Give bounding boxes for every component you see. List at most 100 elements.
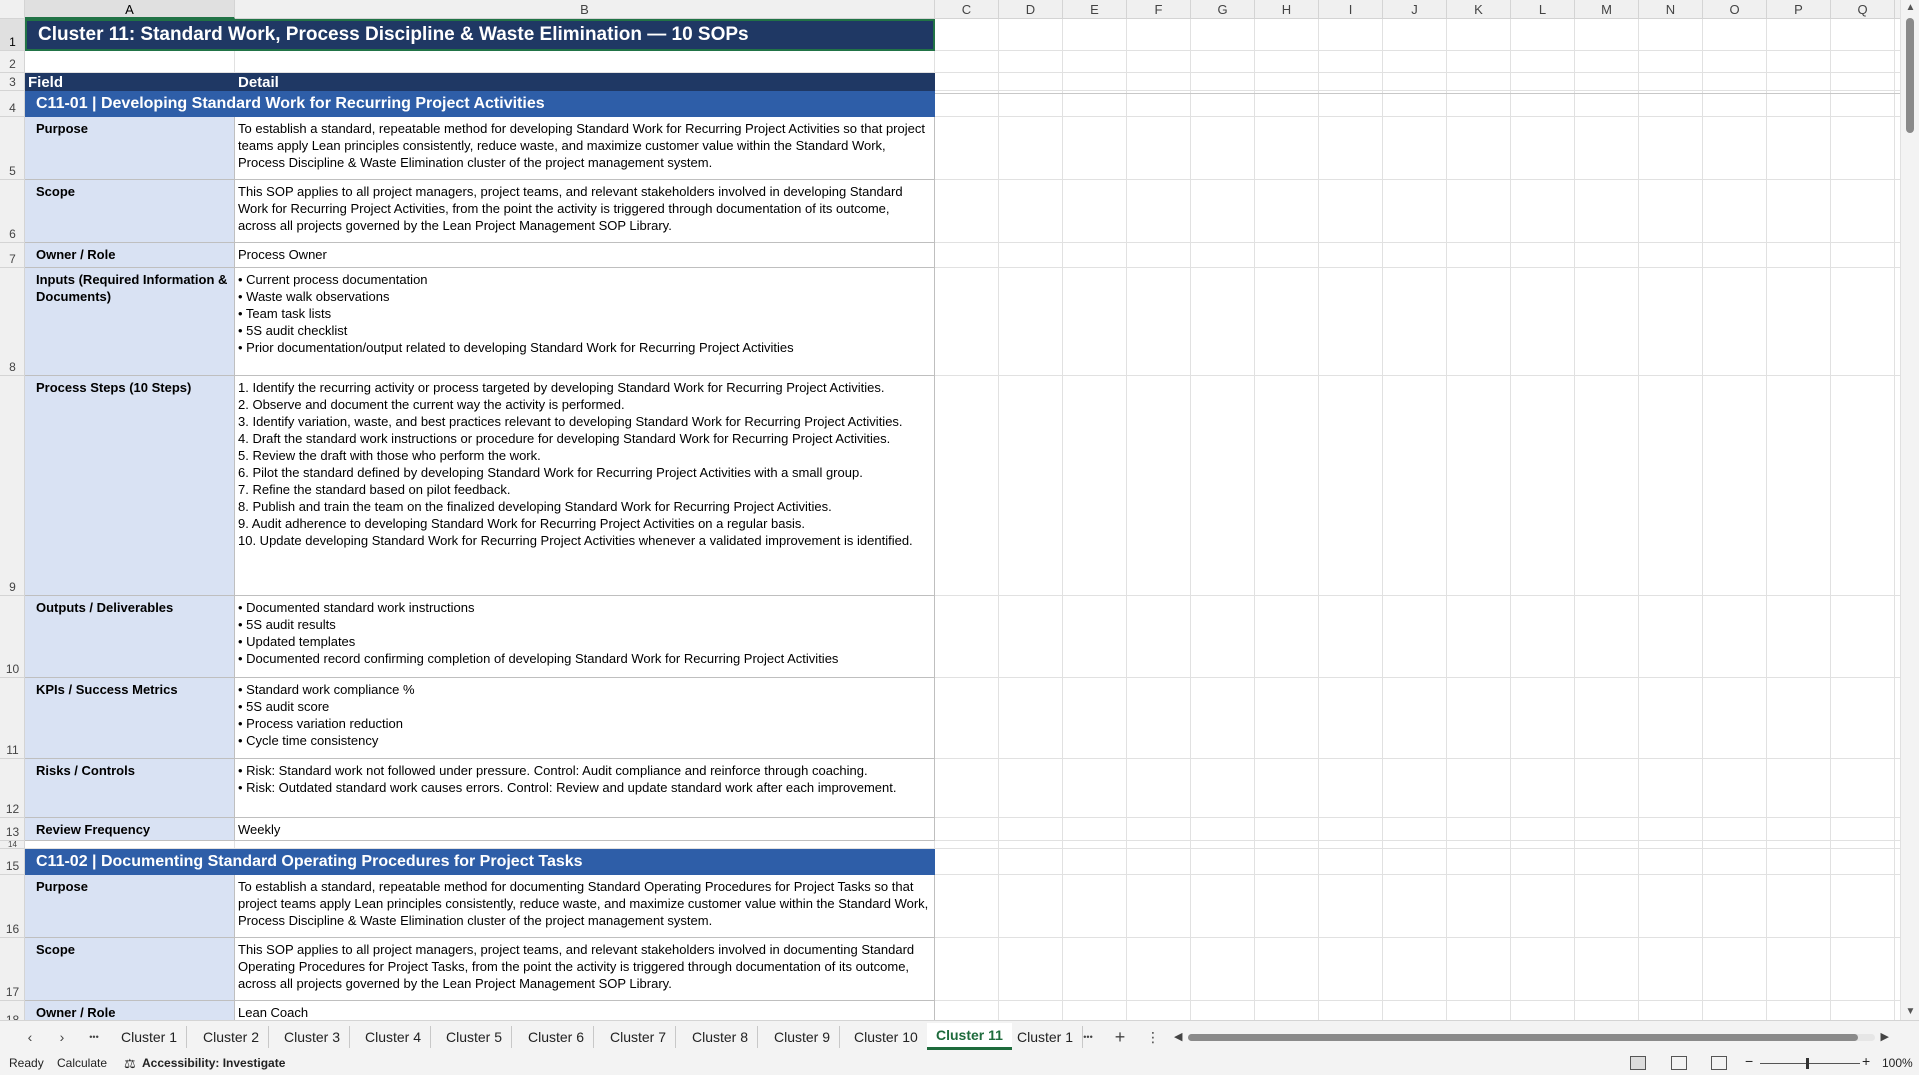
add-sheet-icon[interactable]: + [1110, 1027, 1130, 1047]
row-header-5[interactable]: 5 [0, 117, 24, 180]
worksheet-grid[interactable]: Cluster 11: Standard Work, Process Disci… [25, 19, 1900, 1020]
detail-kpis-success-metrics[interactable]: • Standard work compliance % • 5S audit … [235, 678, 935, 759]
field-process-steps-10-steps[interactable]: Process Steps (10 Steps) [25, 376, 235, 596]
column-header-A[interactable]: A [25, 0, 235, 19]
field-outputs-deliverables[interactable]: Outputs / Deliverables [25, 596, 235, 678]
row-header-7[interactable]: 7 [0, 243, 24, 268]
column-header-I[interactable]: I [1319, 0, 1383, 19]
column-header-G[interactable]: G [1191, 0, 1255, 19]
field-inputs-required-information-documents[interactable]: Inputs (Required Information & Documents… [25, 268, 235, 376]
sheet-tab-12[interactable]: Cluster 1 [1008, 1026, 1084, 1048]
detail-outputs-deliverables[interactable]: • Documented standard work instructions … [235, 596, 935, 678]
page-break-preview-icon[interactable] [1711, 1056, 1727, 1070]
detail-process-steps-10-steps[interactable]: 1. Identify the recurring activity or pr… [235, 376, 935, 596]
row-header-8[interactable]: 8 [0, 268, 24, 376]
detail-purpose[interactable]: To establish a standard, repeatable meth… [235, 875, 935, 938]
field-scope[interactable]: Scope [25, 938, 235, 1001]
field-owner-role[interactable]: Owner / Role [25, 1001, 235, 1020]
column-header-J[interactable]: J [1383, 0, 1447, 19]
row-header-9[interactable]: 9 [0, 376, 24, 596]
sheet-tab-4[interactable]: Cluster 4 [356, 1026, 432, 1048]
column-header-D[interactable]: D [999, 0, 1063, 19]
prev-sheet-icon[interactable]: ‹ [20, 1027, 40, 1047]
column-header-F[interactable]: F [1127, 0, 1191, 19]
field-purpose[interactable]: Purpose [25, 875, 235, 938]
column-header-M[interactable]: M [1575, 0, 1639, 19]
row-header-1[interactable]: 1 [0, 19, 24, 51]
sheet-tab-11[interactable]: Cluster 11 [927, 1023, 1012, 1050]
column-header-E[interactable]: E [1063, 0, 1127, 19]
detail-scope[interactable]: This SOP applies to all project managers… [235, 938, 935, 1001]
scroll-right-arrow-icon[interactable]: ▶ [1881, 1030, 1889, 1044]
sop-title-c11-02[interactable]: C11-02 | Documenting Standard Operating … [25, 849, 935, 875]
detail-purpose[interactable]: To establish a standard, repeatable meth… [235, 117, 935, 180]
zoom-slider-track[interactable] [1760, 1063, 1860, 1064]
field-kpis-success-metrics[interactable]: KPIs / Success Metrics [25, 678, 235, 759]
row-header-10[interactable]: 10 [0, 596, 24, 678]
normal-view-icon[interactable] [1630, 1056, 1646, 1070]
header-detail-cell[interactable]: Detail [235, 73, 935, 91]
detail-owner-role[interactable]: Lean Coach [235, 1001, 935, 1020]
sheet-tab-10[interactable]: Cluster 10 [845, 1026, 928, 1048]
row-header-6[interactable]: 6 [0, 180, 24, 243]
field-review-frequency[interactable]: Review Frequency [25, 818, 235, 841]
field-purpose[interactable]: Purpose [25, 117, 235, 180]
column-header-O[interactable]: O [1703, 0, 1767, 19]
column-header-L[interactable]: L [1511, 0, 1575, 19]
horizontal-scrollbar[interactable]: ◀ ▶ [1174, 1030, 1889, 1044]
sheet-options-icon[interactable]: ⋮ [1143, 1027, 1163, 1047]
column-header-P[interactable]: P [1767, 0, 1831, 19]
scroll-down-arrow-icon[interactable]: ▼ [1901, 1006, 1919, 1017]
scroll-left-arrow-icon[interactable]: ◀ [1174, 1030, 1182, 1044]
row-header-16[interactable]: 16 [0, 875, 24, 938]
row-header-14[interactable]: 14 [0, 840, 24, 849]
column-header-H[interactable]: H [1255, 0, 1319, 19]
status-calculate[interactable]: Calculate [57, 1056, 107, 1070]
zoom-in-icon[interactable]: + [1862, 1053, 1870, 1069]
field-scope[interactable]: Scope [25, 180, 235, 243]
sheet-title-cell[interactable]: Cluster 11: Standard Work, Process Disci… [25, 19, 935, 51]
field-owner-role[interactable]: Owner / Role [25, 243, 235, 268]
status-accessibility[interactable]: Accessibility: Investigate [142, 1056, 285, 1070]
vertical-scroll-thumb[interactable] [1906, 18, 1914, 133]
accessibility-icon[interactable]: ⚖ [124, 1056, 136, 1072]
zoom-level[interactable]: 100% [1882, 1056, 1913, 1070]
sheet-tab-7[interactable]: Cluster 7 [601, 1026, 677, 1048]
row-header-15[interactable]: 15 [0, 849, 24, 875]
zoom-out-icon[interactable]: − [1745, 1053, 1753, 1069]
scroll-up-arrow-icon[interactable]: ▲ [1901, 2, 1919, 13]
horizontal-scroll-thumb[interactable] [1188, 1034, 1858, 1041]
detail-scope[interactable]: This SOP applies to all project managers… [235, 180, 935, 243]
row-header-12[interactable]: 12 [0, 759, 24, 818]
column-header-Q[interactable]: Q [1831, 0, 1895, 19]
row-header-2[interactable]: 2 [0, 51, 24, 73]
sheet-tab-5[interactable]: Cluster 5 [437, 1026, 513, 1048]
sheet-tab-9[interactable]: Cluster 9 [765, 1026, 841, 1048]
row-header-13[interactable]: 13 [0, 818, 24, 841]
vertical-scrollbar[interactable]: ▲ ▼ [1900, 0, 1919, 1020]
sop-title-c11-01[interactable]: C11-01 | Developing Standard Work for Re… [25, 91, 935, 117]
sheet-tab-8[interactable]: Cluster 8 [683, 1026, 759, 1048]
row-header-3[interactable]: 3 [0, 73, 24, 91]
zoom-slider-thumb[interactable] [1806, 1058, 1809, 1069]
row-header-11[interactable]: 11 [0, 678, 24, 759]
page-layout-icon[interactable] [1671, 1056, 1687, 1070]
column-header-K[interactable]: K [1447, 0, 1511, 19]
header-field-cell[interactable]: Field [25, 73, 235, 91]
detail-review-frequency[interactable]: Weekly [235, 818, 935, 841]
row-header-18[interactable]: 18 [0, 1001, 24, 1020]
more-sheets-left-icon[interactable]: ••• [84, 1027, 104, 1047]
row-header-4[interactable]: 4 [0, 91, 24, 117]
next-sheet-icon[interactable]: › [52, 1027, 72, 1047]
more-sheets-right-icon[interactable]: ••• [1078, 1027, 1098, 1047]
sheet-tab-6[interactable]: Cluster 6 [519, 1026, 595, 1048]
field-risks-controls[interactable]: Risks / Controls [25, 759, 235, 818]
detail-inputs-required-information-documents[interactable]: • Current process documentation • Waste … [235, 268, 935, 376]
sheet-tab-2[interactable]: Cluster 2 [194, 1026, 270, 1048]
select-all-corner[interactable] [0, 0, 25, 19]
detail-owner-role[interactable]: Process Owner [235, 243, 935, 268]
column-header-B[interactable]: B [235, 0, 935, 19]
row-header-17[interactable]: 17 [0, 938, 24, 1001]
sheet-tab-3[interactable]: Cluster 3 [275, 1026, 351, 1048]
column-header-N[interactable]: N [1639, 0, 1703, 19]
